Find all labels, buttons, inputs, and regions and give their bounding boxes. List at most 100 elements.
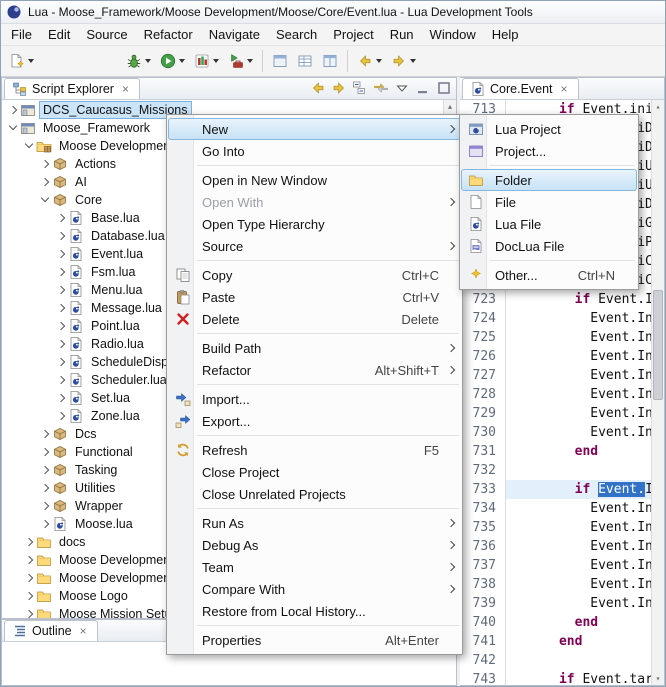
menu-item-copy[interactable]: CopyCtrl+C	[168, 264, 461, 286]
expand-arrow-icon[interactable]	[38, 461, 52, 479]
menu-item-team[interactable]: Team	[168, 556, 461, 578]
menu-item-go-into[interactable]: Go Into	[168, 140, 461, 162]
scroll-up-icon[interactable]	[652, 100, 664, 113]
menubar-item-run[interactable]: Run	[382, 25, 422, 44]
menubar-item-edit[interactable]: Edit	[40, 25, 78, 44]
scroll-up-icon[interactable]	[444, 100, 456, 113]
code-line[interactable]: 726 Event.IniGroup = GROUP:FindByName( E…	[460, 347, 664, 366]
menu-item-lua-project[interactable]: Lua Project	[461, 118, 637, 140]
expand-arrow-icon[interactable]	[38, 443, 52, 461]
menu-item-doclua-file[interactable]: DocLua File	[461, 235, 637, 257]
expand-arrow-icon[interactable]	[22, 569, 36, 587]
expand-arrow-icon[interactable]	[54, 407, 68, 425]
expand-arrow-icon[interactable]	[54, 227, 68, 245]
code-line[interactable]: 735 Event.IniUnitName = Event.IniDCSUnit…	[460, 518, 664, 537]
menu-item-run-as[interactable]: Run As	[168, 512, 461, 534]
code-line[interactable]: 738 Event.IniCategory = Event.IniDCSUnit…	[460, 575, 664, 594]
expand-arrow-icon[interactable]	[54, 299, 68, 317]
expand-arrow-icon[interactable]	[38, 425, 52, 443]
menu-item-compare-with[interactable]: Compare With	[168, 578, 461, 600]
code-line[interactable]: 730 Event.IniCategory = Event.IniDCSGrou…	[460, 423, 664, 442]
menu-item-delete[interactable]: DeleteDelete	[168, 308, 461, 330]
run-button[interactable]	[156, 49, 189, 73]
code-line[interactable]: 733 if Event.IniPlayerName then	[460, 480, 664, 499]
menu-item-close-unrelated-projects[interactable]: Close Unrelated Projects	[168, 483, 461, 505]
menu-item-source[interactable]: Source	[168, 235, 461, 257]
code-line[interactable]: 734 Event.IniPlayerUCID = Event.IniPlaye…	[460, 499, 664, 518]
expand-arrow-icon[interactable]	[54, 281, 68, 299]
menu-item-project[interactable]: Project...	[461, 140, 637, 162]
code-line[interactable]: 739 Event.IniCoalition = Event.IniDCSUni…	[460, 594, 664, 613]
expand-arrow-icon[interactable]	[54, 353, 68, 371]
close-icon[interactable]	[561, 82, 571, 96]
menubar-item-help[interactable]: Help	[484, 25, 527, 44]
menubar-item-file[interactable]: File	[3, 25, 40, 44]
expand-arrow-icon[interactable]	[38, 479, 52, 497]
code-line[interactable]: 724 Event.IniDCSGroupName = Event.IniDCS…	[460, 309, 664, 328]
collapse-arrow-icon[interactable]	[6, 119, 20, 137]
new-button[interactable]	[5, 49, 38, 73]
code-line[interactable]: 731 end	[460, 442, 664, 461]
back-button[interactable]	[353, 49, 386, 73]
menubar-item-search[interactable]: Search	[268, 25, 325, 44]
code-line[interactable]: 741 end	[460, 632, 664, 651]
scrollbar-thumb[interactable]	[653, 290, 663, 400]
menu-item-import[interactable]: Import...	[168, 388, 461, 410]
explorer-forward-button[interactable]	[329, 78, 349, 97]
expand-arrow-icon[interactable]	[54, 263, 68, 281]
menubar-item-project[interactable]: Project	[325, 25, 381, 44]
close-icon[interactable]	[80, 624, 90, 638]
collapse-arrow-icon[interactable]	[22, 137, 36, 155]
menu-item-new[interactable]: New	[168, 118, 461, 140]
expand-arrow-icon[interactable]	[54, 245, 68, 263]
code-line[interactable]: 742	[460, 651, 664, 670]
code-line[interactable]: 723 if Event.IniDCSGroup then	[460, 290, 664, 309]
menubar-item-refactor[interactable]: Refactor	[136, 25, 201, 44]
expand-arrow-icon[interactable]	[22, 587, 36, 605]
expand-arrow-icon[interactable]	[54, 389, 68, 407]
debug-button[interactable]	[122, 49, 155, 73]
expand-arrow-icon[interactable]	[54, 209, 68, 227]
link-with-editor-button[interactable]	[371, 78, 391, 97]
menu-item-refresh[interactable]: RefreshF5	[168, 439, 461, 461]
explorer-back-button[interactable]	[308, 78, 328, 97]
expand-arrow-icon[interactable]	[38, 155, 52, 173]
expand-arrow-icon[interactable]	[22, 605, 36, 618]
code-line[interactable]: 737 Event.IniTypeName = Event.IniDCSUnit…	[460, 556, 664, 575]
forward-button[interactable]	[387, 49, 420, 73]
code-line[interactable]: 727 Event.IniTypeName = Event.IniDCSUnit…	[460, 366, 664, 385]
menubar-item-window[interactable]: Window	[422, 25, 484, 44]
expand-arrow-icon[interactable]	[38, 515, 52, 533]
code-line[interactable]: 736 Event.IniGroupName = Event.IniDCSGro…	[460, 537, 664, 556]
expand-arrow-icon[interactable]	[6, 101, 20, 119]
expand-arrow-icon[interactable]	[38, 497, 52, 515]
code-line[interactable]: 740 end	[460, 613, 664, 632]
tab-core-event[interactable]: Core.Event	[462, 78, 579, 99]
scroll-down-icon[interactable]	[652, 672, 664, 685]
code-line[interactable]: 743 if Event.target then	[460, 670, 664, 685]
close-icon[interactable]	[122, 82, 132, 96]
tab-script-explorer[interactable]: Script Explorer	[4, 78, 140, 99]
expand-arrow-icon[interactable]	[54, 335, 68, 353]
menu-item-open-in-new-window[interactable]: Open in New Window	[168, 169, 461, 191]
open-split-view-button[interactable]	[318, 49, 342, 73]
expand-arrow-icon[interactable]	[54, 371, 68, 389]
code-line[interactable]: 725 Event.IniGroupName = Event.IniDCSGro…	[460, 328, 664, 347]
expand-arrow-icon[interactable]	[22, 551, 36, 569]
expand-arrow-icon[interactable]	[54, 317, 68, 335]
coverage-button[interactable]	[190, 49, 223, 73]
tab-outline[interactable]: Outline	[4, 620, 98, 641]
expand-arrow-icon[interactable]	[38, 173, 52, 191]
menu-item-lua-file[interactable]: Lua File	[461, 213, 637, 235]
view-menu-button[interactable]	[392, 78, 412, 97]
menu-item-close-project[interactable]: Close Project	[168, 461, 461, 483]
menu-item-build-path[interactable]: Build Path	[168, 337, 461, 359]
minimize-button[interactable]	[413, 78, 433, 97]
menu-item-properties[interactable]: PropertiesAlt+Enter	[168, 629, 461, 651]
collapse-all-button[interactable]	[350, 78, 370, 97]
open-view-button[interactable]	[268, 49, 292, 73]
menu-item-other[interactable]: Other...Ctrl+N	[461, 264, 637, 286]
expand-arrow-icon[interactable]	[22, 533, 36, 551]
open-table-view-button[interactable]	[293, 49, 317, 73]
menu-item-debug-as[interactable]: Debug As	[168, 534, 461, 556]
